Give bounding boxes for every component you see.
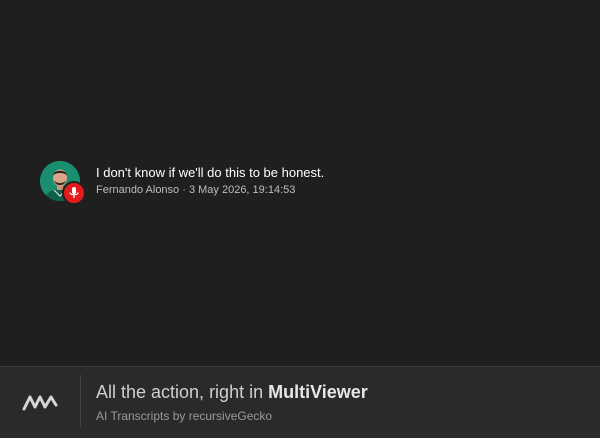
footer-subtitle: AI Transcripts by recursiveGecko (96, 409, 273, 423)
footer-banner: All the action, right in MultiViewer AI … (0, 366, 600, 438)
microphone-badge (62, 181, 86, 205)
footer-title-prefix: All the action, right in (96, 382, 269, 402)
footer-title: All the action, right in MultiViewer (96, 381, 368, 403)
message-timestamp: 3 May 2026, 19:14:53 (188, 184, 296, 196)
message-author: Fernando Alonso (96, 184, 180, 196)
footer-title-brand: MultiViewer (268, 382, 368, 402)
footer-divider (80, 375, 81, 427)
message-text: I don't know if we'll do this to be hone… (96, 165, 325, 180)
avatar-container (40, 161, 86, 205)
microphone-icon (69, 187, 79, 198)
meta-separator: · (179, 184, 189, 196)
multiviewer-logo-icon[interactable] (22, 391, 58, 413)
transcript-view: I don't know if we'll do this to be hone… (0, 0, 600, 438)
message-content: I don't know if we'll do this to be hone… (96, 165, 324, 197)
message-meta: Fernando Alonso · 3 May 2026, 19:14:53 (96, 183, 324, 197)
transcript-message: I don't know if we'll do this to be hone… (40, 161, 324, 205)
